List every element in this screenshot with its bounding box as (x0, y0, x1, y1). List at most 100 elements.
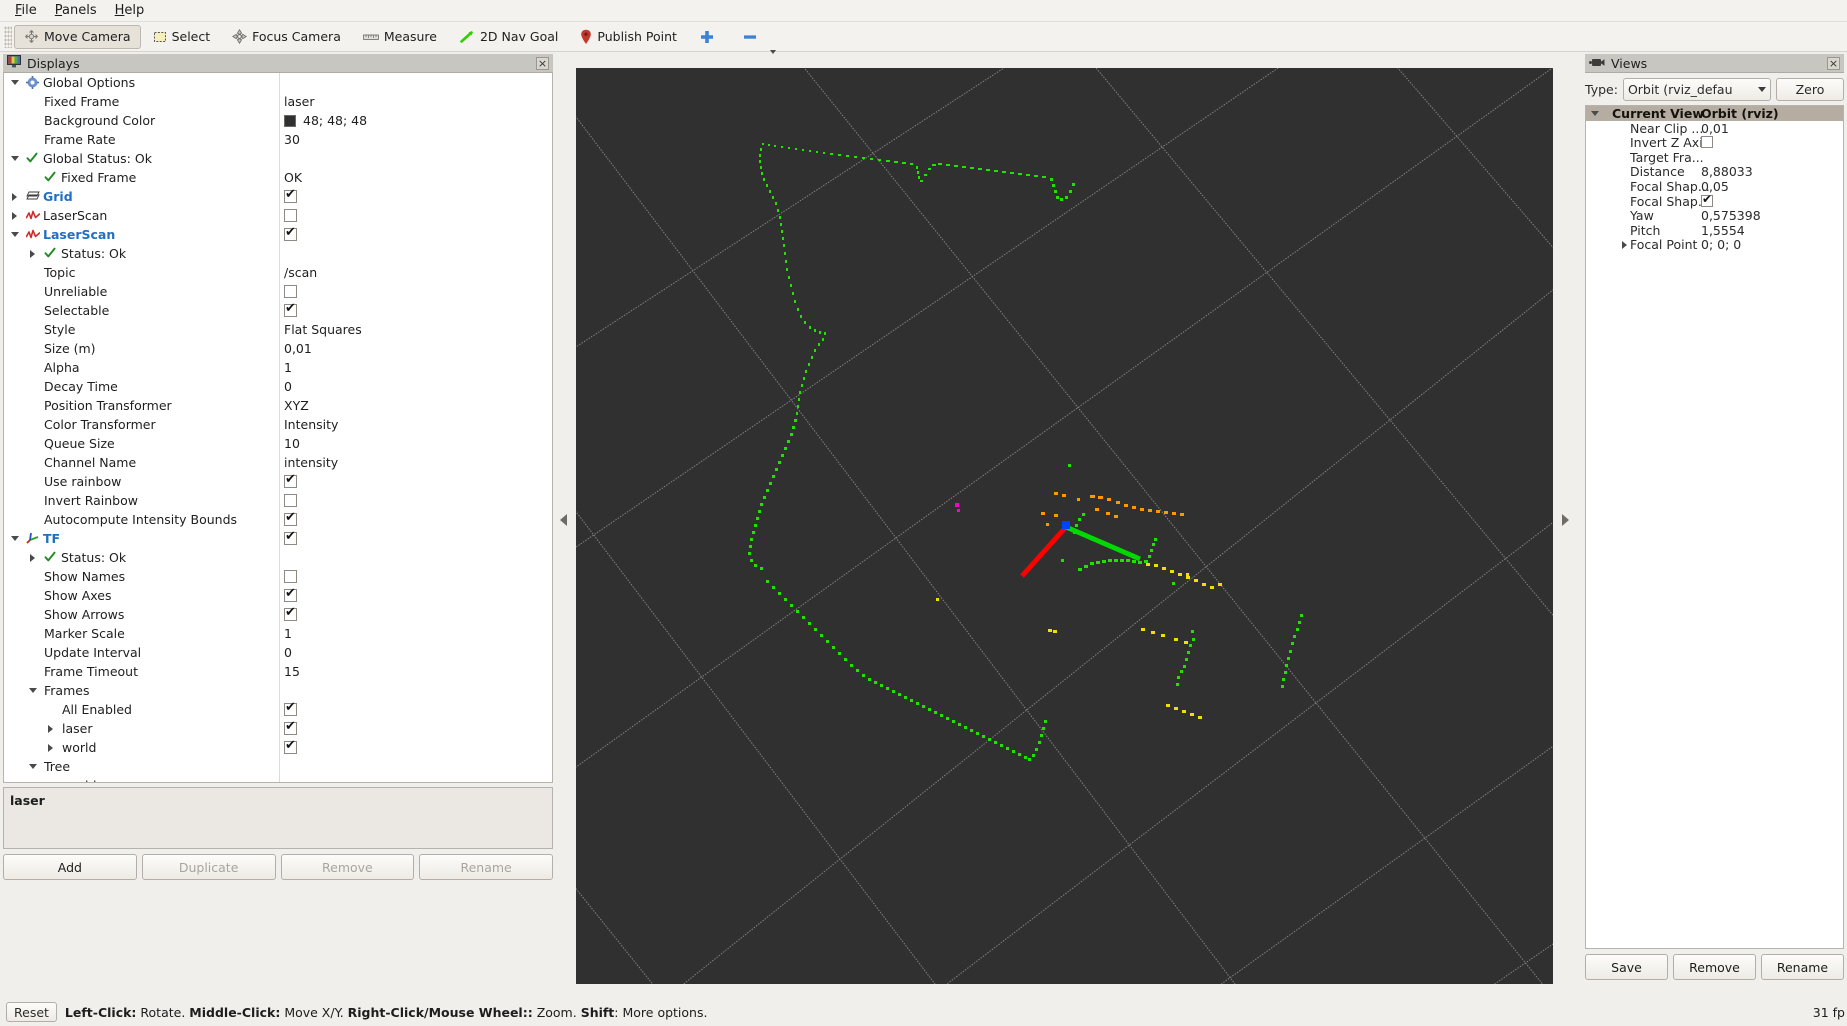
display-row[interactable]: All Enabled (4, 700, 552, 719)
display-row[interactable]: Unreliable (4, 282, 552, 301)
view-row-value[interactable]: 0,575398 (1701, 208, 1761, 223)
display-row-checkbox[interactable] (284, 510, 297, 526)
display-row-checkbox[interactable] (284, 472, 297, 488)
display-row[interactable]: Autocompute Intensity Bounds (4, 510, 552, 529)
display-row-value[interactable]: 1 (284, 360, 292, 375)
display-row[interactable]: Status: Ok (4, 244, 552, 263)
display-row[interactable]: Alpha 1 (4, 358, 552, 377)
display-row[interactable]: Global Status: Ok (4, 149, 552, 168)
display-row-value[interactable]: 30 (284, 132, 300, 147)
expander-collapsed-icon[interactable] (30, 553, 35, 562)
display-row-checkbox[interactable] (284, 285, 297, 298)
tool-measure[interactable]: Measure (353, 25, 447, 49)
expander-expanded-icon[interactable] (11, 231, 19, 237)
view-row[interactable]: Near Clip ... 0,01 (1586, 121, 1843, 136)
display-row-value[interactable]: /scan (284, 265, 317, 280)
tool-add[interactable] (689, 25, 730, 49)
tool-publish-point[interactable]: Publish Point (570, 25, 687, 49)
tool-move-camera[interactable]: Move Camera (14, 24, 141, 49)
display-row-checkbox[interactable] (284, 187, 297, 203)
display-row-value[interactable]: XYZ (284, 398, 309, 413)
expander-expanded-icon[interactable] (11, 79, 19, 85)
display-row-checkbox[interactable] (284, 605, 297, 621)
right-splitter-handle[interactable] (1558, 60, 1572, 980)
expander-collapsed-icon[interactable] (48, 724, 53, 733)
display-row[interactable]: Global Options (4, 73, 552, 92)
display-row[interactable]: Topic/scan (4, 263, 552, 282)
display-row[interactable]: Style Flat Squares (4, 320, 552, 339)
reset-button[interactable]: Reset (6, 1002, 57, 1022)
display-row-value[interactable]: 0,01 (284, 341, 312, 356)
display-row[interactable]: world (4, 738, 552, 757)
zero-button[interactable]: Zero (1776, 77, 1844, 101)
view-row[interactable]: Focal Shap... (1586, 192, 1843, 209)
view-row-value[interactable]: 8,88033 (1701, 164, 1753, 179)
close-icon[interactable]: × (1827, 56, 1840, 70)
display-row-value[interactable]: 48; 48; 48 (303, 113, 367, 128)
view-row[interactable]: Invert Z Axis (1586, 135, 1843, 150)
menu-item-panels[interactable]: Panels (46, 1, 106, 20)
display-row[interactable]: Fixed Frame laser (4, 92, 552, 111)
view-row[interactable]: Current View Orbit (rviz) (1586, 106, 1843, 121)
display-row[interactable]: laser (4, 719, 552, 738)
toolbar-grip[interactable] (4, 25, 12, 48)
expander-expanded-icon[interactable] (47, 783, 55, 784)
menu-item-help[interactable]: Help (106, 1, 154, 20)
display-row-value[interactable]: 0 (284, 645, 292, 660)
display-row-value[interactable]: laser (284, 94, 314, 109)
display-row[interactable]: Decay Time 0 (4, 377, 552, 396)
tool-focus-camera[interactable]: Focus Camera (222, 25, 351, 49)
display-row[interactable]: world (4, 776, 552, 784)
save-view-button[interactable]: Save (1585, 954, 1668, 980)
view-row-value[interactable]: 0; 0; 0 (1701, 237, 1741, 252)
display-row[interactable]: Update Interval 0 (4, 643, 552, 662)
display-row[interactable]: Marker Scale 1 (4, 624, 552, 643)
view-row[interactable]: Distance 8,88033 (1586, 164, 1843, 179)
display-row-checkbox[interactable] (284, 494, 297, 507)
menu-item-file[interactable]: File (6, 1, 46, 20)
rename-button[interactable]: Rename (419, 854, 553, 880)
display-row-value[interactable]: 10 (284, 436, 300, 451)
display-row[interactable]: Frame Rate 30 (4, 130, 552, 149)
display-row[interactable]: Frames (4, 681, 552, 700)
display-row[interactable]: TF (4, 529, 552, 548)
display-row[interactable]: Background Color 48; 48; 48 (4, 111, 552, 130)
view-row[interactable]: Focal Point 0; 0; 0 (1586, 237, 1843, 252)
display-row-checkbox[interactable] (284, 700, 297, 716)
display-row-value[interactable]: intensity (284, 455, 338, 470)
display-row[interactable]: Color Transformer Intensity (4, 415, 552, 434)
view-row[interactable]: Pitch 1,5554 (1586, 223, 1843, 238)
display-row[interactable]: Status: Ok (4, 548, 552, 567)
expander-expanded-icon[interactable] (11, 155, 19, 161)
display-row[interactable]: LaserScan (4, 206, 552, 225)
display-row[interactable]: Invert Rainbow (4, 491, 552, 510)
expander-collapsed-icon[interactable] (12, 211, 17, 220)
left-splitter-handle[interactable] (556, 60, 570, 980)
display-row-value[interactable]: 0 (284, 379, 292, 394)
duplicate-button[interactable]: Duplicate (141, 854, 276, 880)
display-row-checkbox[interactable] (284, 209, 297, 222)
display-row-checkbox[interactable] (284, 719, 297, 735)
view-row[interactable]: Target Fra... (1586, 150, 1843, 165)
display-row-value[interactable]: Flat Squares (284, 322, 362, 337)
display-row[interactable]: Show Names (4, 567, 552, 586)
view-row[interactable]: Yaw 0,575398 (1586, 208, 1843, 223)
view-row[interactable]: Focal Shap... 0,05 (1586, 179, 1843, 194)
display-row-checkbox[interactable] (284, 225, 297, 241)
view-row-value[interactable]: 0,01 (1701, 121, 1729, 136)
rename-view-button[interactable]: Rename (1761, 954, 1844, 980)
expander-expanded-icon[interactable] (29, 763, 37, 769)
views-tree[interactable]: Current View Orbit (rviz) Near Clip ... 0,0… (1585, 105, 1844, 949)
tool-select[interactable]: Select (143, 25, 221, 49)
display-row[interactable]: Channel Name intensity (4, 453, 552, 472)
expander-expanded-icon[interactable] (29, 687, 37, 693)
display-row[interactable]: Frame Timeout 15 (4, 662, 552, 681)
display-row-checkbox[interactable] (284, 570, 297, 583)
display-row[interactable]: Selectable (4, 301, 552, 320)
remove-view-button[interactable]: Remove (1673, 954, 1756, 980)
display-row-value[interactable]: 15 (284, 664, 300, 679)
display-row-value[interactable]: 1 (284, 626, 292, 641)
add-button[interactable]: Add (3, 854, 137, 880)
display-row[interactable]: Show Axes (4, 586, 552, 605)
display-row[interactable]: Fixed Frame OK (4, 168, 552, 187)
